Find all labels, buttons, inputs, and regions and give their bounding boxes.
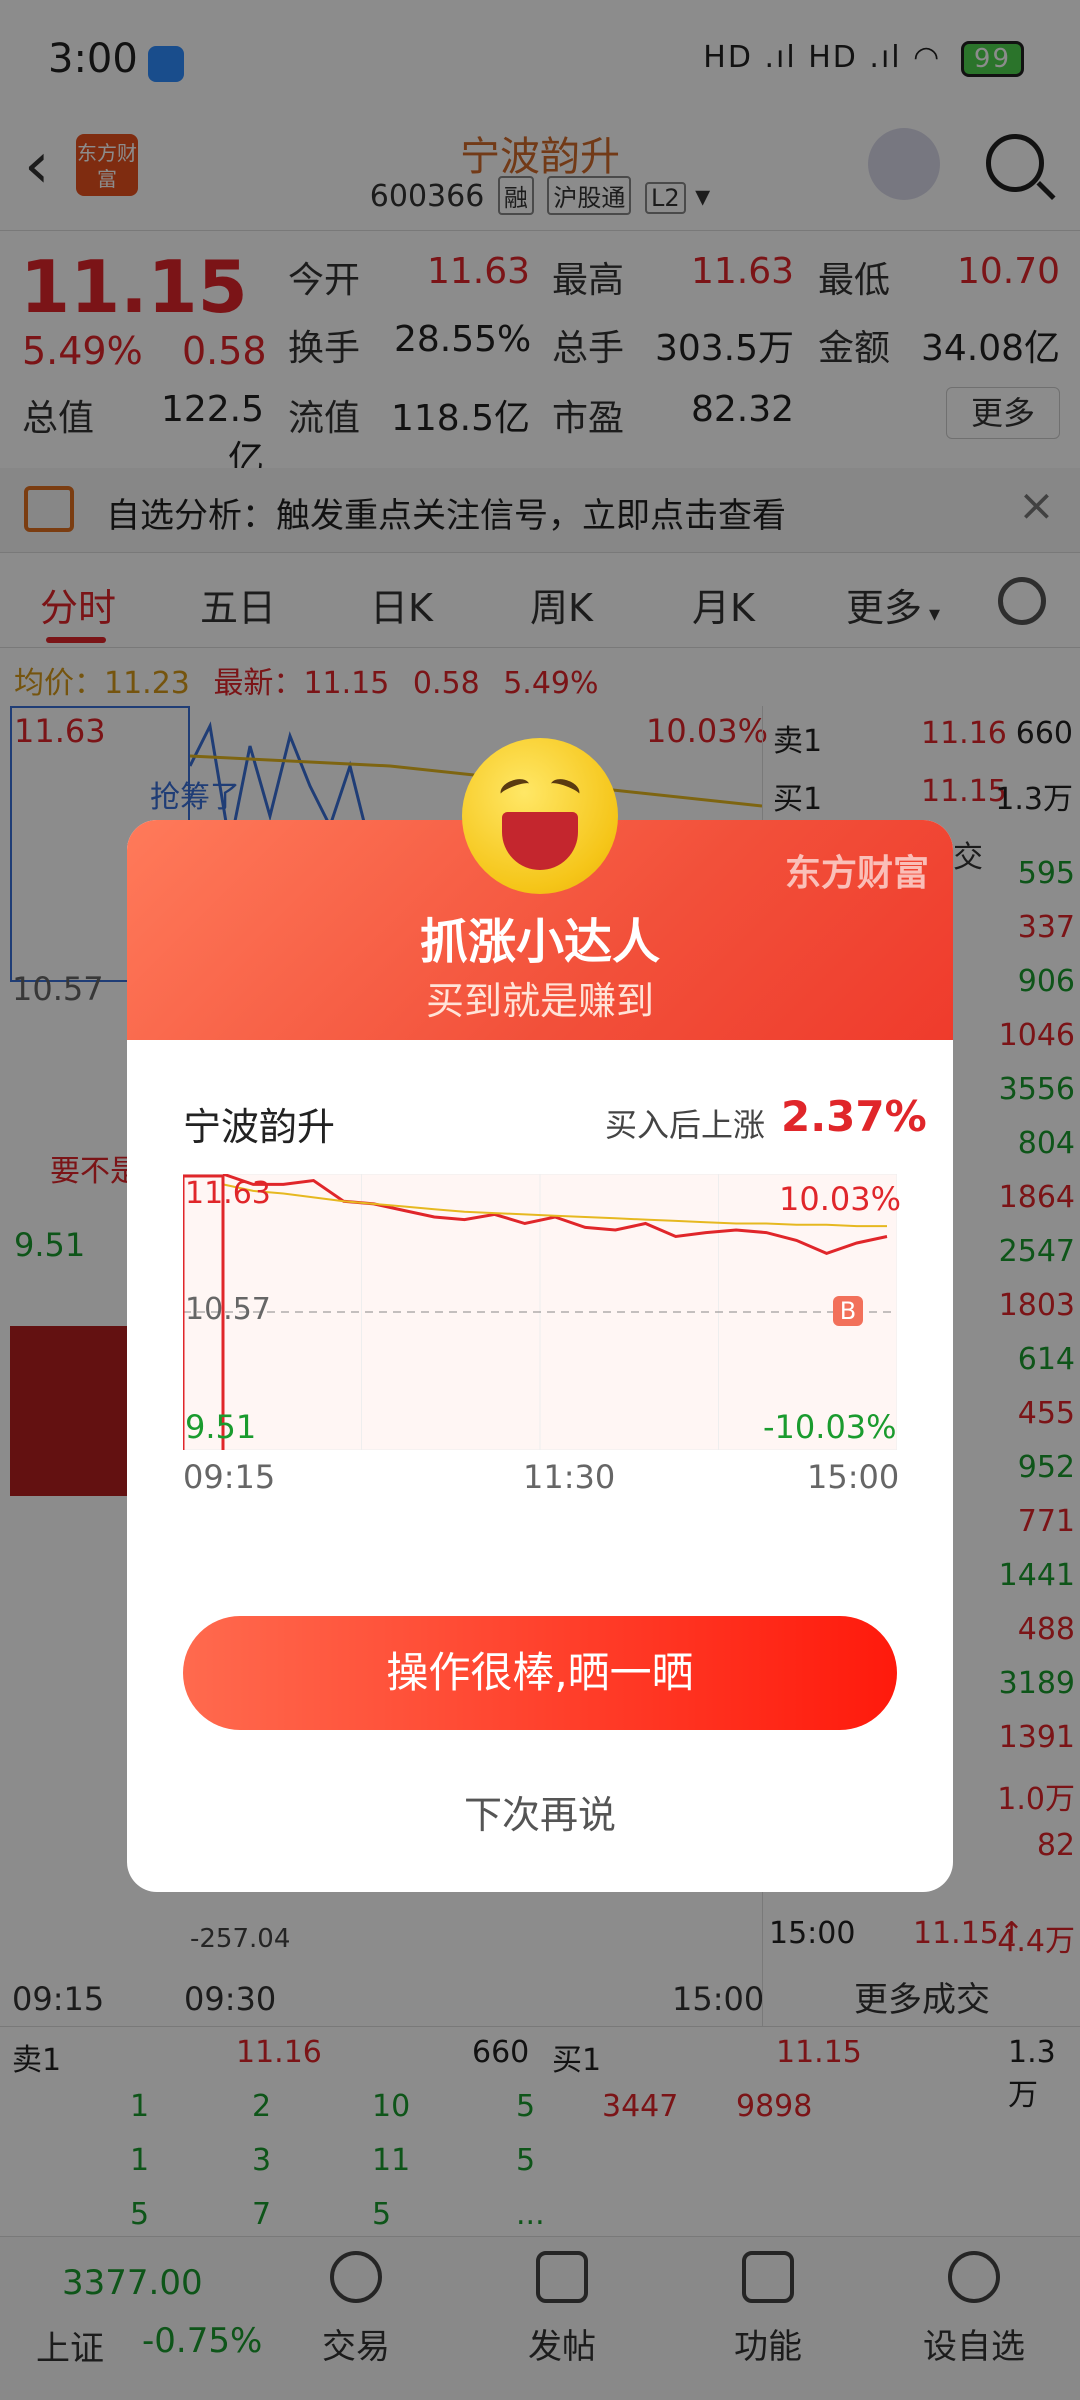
modal-chart-pct-high: 10.03% xyxy=(779,1180,902,1218)
modal-chart-pct-low: -10.03% xyxy=(763,1408,897,1446)
share-button[interactable]: 操作很棒,晒一晒 xyxy=(183,1616,897,1730)
modal-chart-mid: 10.57 xyxy=(185,1292,271,1327)
rise-value: 2.37% xyxy=(781,1092,927,1141)
modal-time-start: 09:15 xyxy=(183,1458,276,1496)
modal-brand: 东方财富 xyxy=(784,853,929,894)
modal-subtitle: 买到就是赚到 xyxy=(425,979,654,1023)
emoji-eye-left xyxy=(497,775,533,803)
emoji-mouth xyxy=(502,812,578,870)
modal-chart-low: 9.51 xyxy=(185,1408,257,1446)
modal-time-end: 15:00 xyxy=(807,1458,900,1496)
modal-stock-name: 宁波韵升 xyxy=(183,1105,336,1149)
modal-time-axis: 09:15 11:30 15:00 xyxy=(183,1458,900,1498)
later-button[interactable]: 下次再说 xyxy=(127,1784,953,1839)
buy-marker: B xyxy=(833,1296,863,1326)
modal-chart-high: 11.63 xyxy=(185,1176,271,1211)
modal-intraday-chart: 11.63 10.03% 10.57 9.51 -10.03% B xyxy=(181,1172,901,1451)
modal-title: 抓涨小达人 xyxy=(419,914,660,970)
rise-label: 买入后上涨 xyxy=(605,1106,766,1144)
modal-time-mid: 11:30 xyxy=(523,1458,616,1496)
achievement-modal: 东方财富 抓涨小达人 买到就是赚到 宁波韵升 买入后上涨 2.37% 11.63… xyxy=(127,820,953,1892)
laughing-emoji-icon xyxy=(462,738,618,894)
emoji-eye-right xyxy=(547,775,583,803)
